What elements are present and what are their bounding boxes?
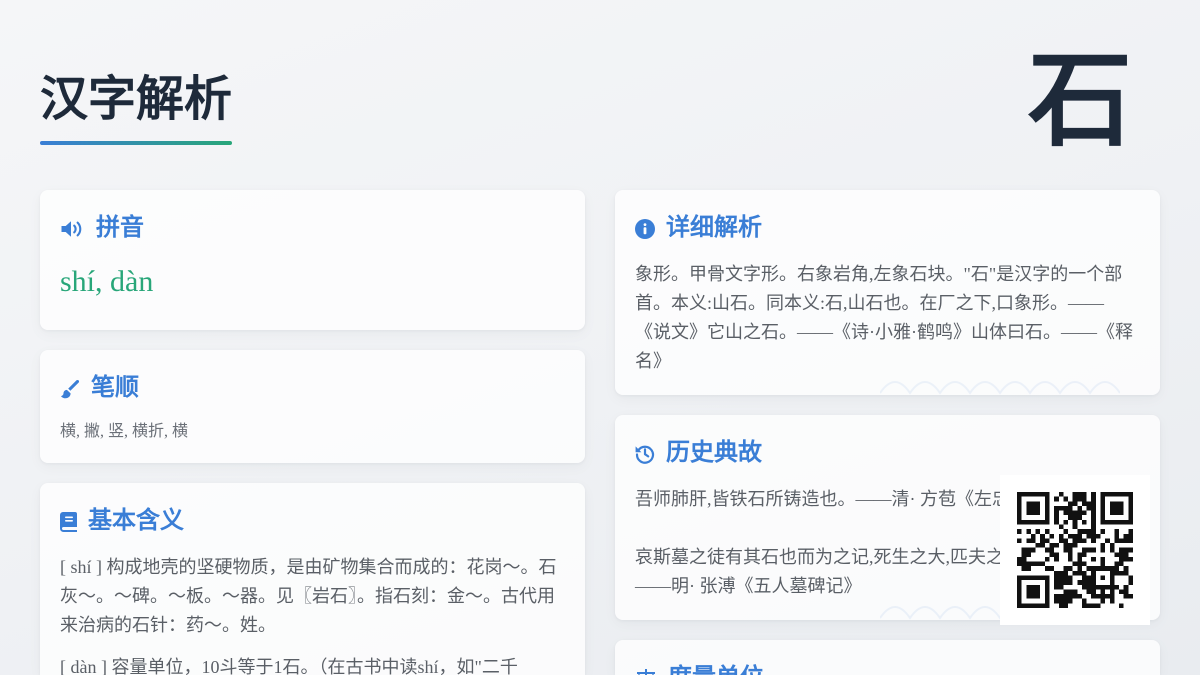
- balance-scale-icon: [635, 668, 657, 675]
- measurement-units-heading: 度量单位: [635, 664, 1138, 675]
- meaning-paragraph-shi: [ shí ] 构成地壳的坚硬物质，是由矿物集合而成的：花岗～。石灰～。～碑。～…: [60, 557, 557, 635]
- meaning-paragraph-dan: [ dàn ] 容量单位，10斗等于1石。（在古书中读shí，如"二千: [60, 657, 518, 675]
- stroke-order-card: 笔顺 横, 撇, 竖, 横折, 横: [40, 350, 585, 463]
- history-quote: 吾师肺肝,皆铁石所铸造也。: [635, 489, 856, 509]
- page-title: 汉字解析: [40, 70, 233, 145]
- stroke-order-value: 横, 撇, 竖, 横折, 横: [60, 423, 189, 440]
- character-display: 石: [1028, 39, 1133, 161]
- info-circle-icon: [635, 218, 655, 239]
- history-source: ——清· 方苞《左忠: [855, 489, 1011, 509]
- detailed-analysis-card: 详细解析 象形。甲骨文字形。右象岩角,左象石块。"石"是汉字的一个部首。本义:山…: [615, 190, 1160, 395]
- pinyin-value: shí, dàn: [60, 265, 154, 298]
- stroke-order-heading-label: 笔顺: [91, 375, 139, 401]
- pinyin-heading-label: 拼音: [96, 215, 144, 241]
- qr-code: [1000, 475, 1150, 625]
- basic-meaning-body: [ shí ] 构成地壳的坚硬物质，是由矿物集合而成的：花岗～。石灰～。～碑。～…: [60, 553, 563, 675]
- history-heading-label: 历史典故: [666, 440, 762, 466]
- detailed-analysis-text: 象形。甲骨文字形。右象岩角,左象石块。"石"是汉字的一个部首。本义:山石。同本义…: [635, 264, 1133, 371]
- history-icon: [635, 444, 655, 464]
- qr-code-icon: [1017, 492, 1133, 608]
- detailed-analysis-heading: 详细解析: [635, 214, 1138, 243]
- pinyin-heading: 拼音: [60, 214, 563, 243]
- measurement-units-card: 度量单位: [615, 640, 1160, 675]
- paintbrush-icon: [60, 379, 80, 399]
- stroke-order-heading: 笔顺: [60, 374, 563, 403]
- qr-code-modules: [1017, 492, 1133, 608]
- detailed-analysis-body: 象形。甲骨文字形。右象岩角,左象石块。"石"是汉字的一个部首。本义:山石。同本义…: [635, 260, 1138, 376]
- detailed-analysis-heading-label: 详细解析: [666, 215, 762, 241]
- basic-meaning-heading: 基本含义: [60, 507, 563, 536]
- volume-up-icon[interactable]: [60, 219, 85, 239]
- book-icon: [60, 511, 77, 532]
- pinyin-card: 拼音 shí, dàn: [40, 190, 585, 330]
- history-heading: 历史典故: [635, 439, 1138, 468]
- basic-meaning-heading-label: 基本含义: [88, 508, 184, 534]
- measurement-units-heading-label: 度量单位: [668, 664, 764, 675]
- history-quote: 哀斯墓之徒有其石也而为之记,死生之大,匹夫之: [635, 547, 1004, 567]
- basic-meaning-card: 基本含义 [ shí ] 构成地壳的坚硬物质，是由矿物集合而成的：花岗～。石灰～…: [40, 483, 585, 675]
